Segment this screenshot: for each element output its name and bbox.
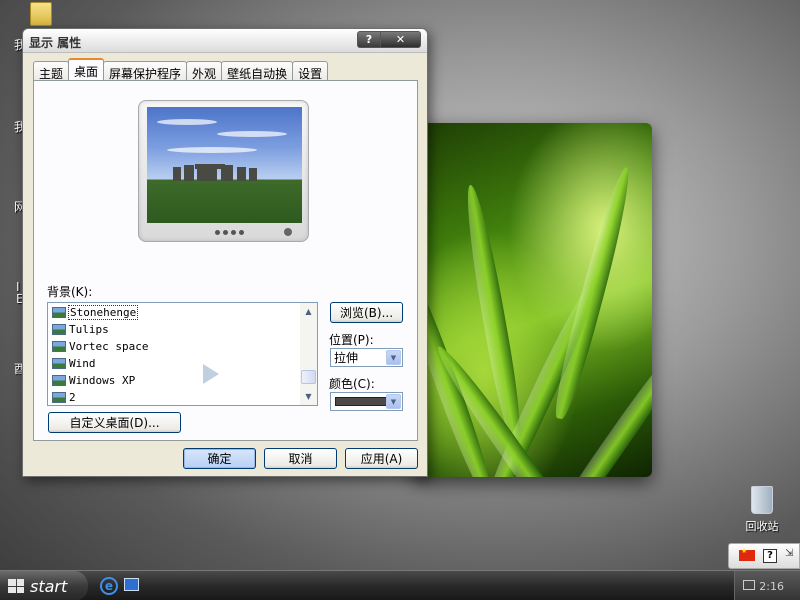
show-desktop-icon[interactable] — [124, 578, 139, 591]
image-icon — [52, 324, 66, 335]
image-icon — [52, 341, 66, 352]
listbox-scrollbar[interactable]: ▲ ▼ — [300, 303, 317, 405]
windows-logo-icon — [8, 579, 24, 593]
list-item[interactable]: Vortec space — [52, 338, 148, 355]
chevron-down-icon[interactable]: ▼ — [386, 394, 401, 409]
language-bar[interactable]: ? ⇲ — [728, 543, 800, 569]
china-flag-icon[interactable] — [739, 547, 755, 561]
customize-desktop-button[interactable]: 自定义桌面(D)... — [48, 412, 181, 433]
desktop-tab-panel: 背景(K): Stonehenge Tulips Vortec space Wi… — [33, 80, 418, 441]
scroll-up-icon[interactable]: ▲ — [300, 303, 317, 320]
help-icon[interactable]: ? — [763, 549, 777, 563]
tab-strip: 主题 桌面 屏幕保护程序 外观 壁纸自动换 设置 — [33, 58, 329, 81]
recycle-bin-label: 回收站 — [745, 520, 779, 533]
ok-button[interactable]: 确定 — [183, 448, 256, 469]
clock[interactable]: 2:16 — [759, 580, 784, 593]
image-icon — [52, 307, 66, 318]
window-title: 显示 属性 — [29, 36, 82, 50]
close-button[interactable]: ✕ — [381, 31, 421, 48]
apply-button[interactable]: 应用(A) — [345, 448, 418, 469]
recycle-bin[interactable]: 回收站 — [740, 486, 784, 534]
browse-button[interactable]: 浏览(B)... — [330, 302, 403, 323]
chevron-down-icon[interactable]: ▼ — [386, 350, 401, 365]
help-button[interactable]: ? — [357, 31, 381, 48]
tab-desktop[interactable]: 桌面 — [68, 58, 105, 80]
list-item[interactable]: Tulips — [52, 321, 109, 338]
start-button[interactable]: start — [0, 571, 88, 600]
tab-wallpaper-changer[interactable]: 壁纸自动换 — [221, 61, 294, 81]
recycle-bin-icon — [751, 486, 773, 514]
taskbar: start e 2:16 — [0, 570, 800, 600]
list-item[interactable]: Windows XP — [52, 372, 135, 389]
chevron-icon[interactable]: ⇲ — [785, 548, 793, 559]
image-icon — [52, 392, 66, 403]
background-label: 背景(K): — [47, 285, 93, 299]
network-icon[interactable] — [743, 580, 755, 590]
scrollbar-thumb[interactable] — [301, 370, 316, 384]
title-bar[interactable]: 显示 属性 ? ✕ — [23, 29, 427, 53]
image-icon — [52, 375, 66, 386]
image-icon — [52, 358, 66, 369]
internet-explorer-icon[interactable]: e — [100, 577, 118, 595]
position-label: 位置(P): — [329, 333, 374, 347]
cancel-button[interactable]: 取消 — [264, 448, 337, 469]
color-label: 颜色(C): — [329, 377, 375, 391]
list-item[interactable]: Wind — [52, 355, 96, 372]
monitor-power-icon — [284, 228, 292, 236]
mouse-cursor-icon — [203, 364, 219, 384]
color-picker[interactable]: ▼ — [330, 392, 403, 411]
start-label: start — [30, 576, 68, 596]
preview-screen — [147, 107, 302, 223]
background-listbox[interactable]: Stonehenge Tulips Vortec space Wind Wind… — [47, 302, 318, 406]
wallpaper-photo — [412, 123, 652, 477]
tab-appearance[interactable]: 外观 — [186, 61, 223, 81]
monitor-preview — [138, 100, 309, 242]
tab-themes[interactable]: 主题 — [33, 61, 70, 81]
list-item[interactable]: 2 — [52, 389, 76, 406]
display-properties-dialog: 显示 属性 ? ✕ 主题 桌面 屏幕保护程序 外观 壁纸自动换 设置 背景(K)… — [22, 28, 428, 477]
position-select[interactable]: 拉伸 ▼ — [330, 348, 403, 367]
scroll-down-icon[interactable]: ▼ — [300, 388, 317, 405]
folder-icon[interactable] — [30, 2, 52, 26]
color-swatch — [335, 397, 393, 406]
tab-settings[interactable]: 设置 — [292, 61, 329, 81]
list-item[interactable]: Stonehenge — [52, 304, 139, 321]
system-tray: 2:16 — [734, 571, 800, 600]
tab-screensaver[interactable]: 屏幕保护程序 — [103, 61, 188, 81]
